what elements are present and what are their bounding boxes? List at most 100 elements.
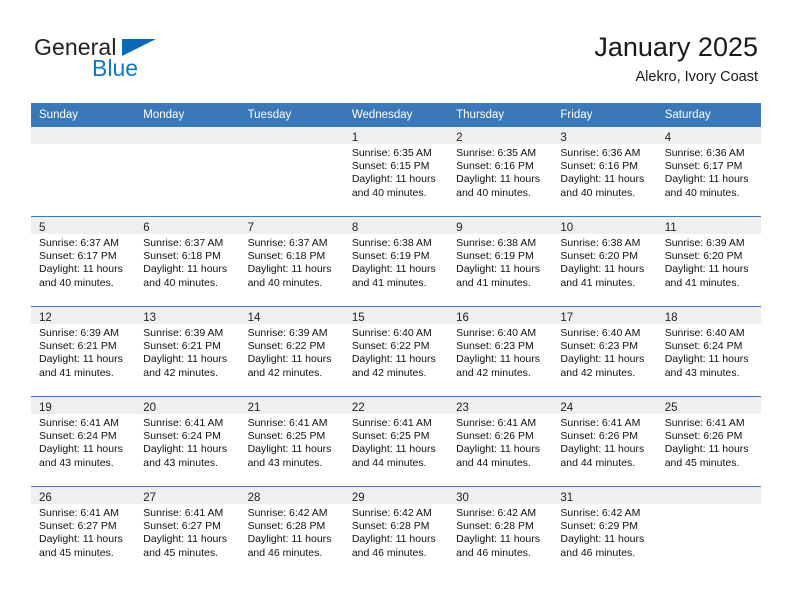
sun-info [31, 144, 135, 147]
sun-info-line: Daylight: 11 hours [560, 443, 645, 456]
day-cell[interactable]: 22 Sunrise: 6:41 AM Sunset: 6:25 PM Dayligh… [343, 396, 449, 487]
day-cell[interactable]: 21 Sunrise: 6:41 AM Sunset: 6:25 PM Dayligh… [239, 396, 344, 487]
day-cell[interactable]: 17 Sunrise: 6:40 AM Sunset: 6:23 PM Dayligh… [552, 306, 657, 397]
day-cell-content: 7 Sunrise: 6:37 AM Sunset: 6:18 PM Daylight… [239, 217, 344, 306]
day-number-band: 5 [31, 217, 136, 234]
day-cell[interactable]: 1 Sunrise: 6:35 AM Sunset: 6:15 PM Daylight… [343, 127, 449, 217]
sun-info: Sunrise: 6:41 AM Sunset: 6:25 PM Daylight:… [344, 414, 448, 470]
sun-info: Sunrise: 6:35 AM Sunset: 6:15 PM Daylight:… [344, 144, 448, 200]
day-cell[interactable]: 13 Sunrise: 6:39 AM Sunset: 6:21 PM Dayligh… [135, 306, 240, 397]
day-cell[interactable]: 24 Sunrise: 6:41 AM Sunset: 6:26 PM Dayligh… [552, 396, 657, 487]
day-number: 31 [560, 492, 574, 504]
day-number-band [31, 127, 136, 144]
sun-info-line: Sunrise: 6:41 AM [39, 507, 119, 519]
day-cell-content: 14 Sunrise: 6:39 AM Sunset: 6:22 PM Dayligh… [239, 307, 344, 396]
sun-info-line: Daylight: 11 hours [560, 173, 645, 186]
day-cell-content: 19 Sunrise: 6:41 AM Sunset: 6:24 PM Dayligh… [31, 397, 136, 486]
sun-info-line: Sunset: 6:21 PM [143, 340, 221, 353]
day-cell[interactable]: 25 Sunrise: 6:41 AM Sunset: 6:26 PM Dayligh… [656, 396, 761, 487]
sun-info-line: Daylight: 11 hours [351, 443, 436, 456]
day-cell[interactable]: 23 Sunrise: 6:41 AM Sunset: 6:26 PM Dayligh… [448, 396, 553, 487]
day-cell[interactable]: 8 Sunrise: 6:38 AM Sunset: 6:19 PM Daylight… [343, 216, 449, 307]
day-cell[interactable]: 16 Sunrise: 6:40 AM Sunset: 6:23 PM Dayligh… [448, 306, 553, 397]
sun-info: Sunrise: 6:42 AM Sunset: 6:28 PM Daylight:… [448, 504, 552, 560]
calendar-table: Sunday Monday Tuesday Wednesday Thursday Frid… [31, 103, 761, 576]
day-cell[interactable]: 19 Sunrise: 6:41 AM Sunset: 6:24 PM Dayligh… [31, 396, 136, 487]
day-cell[interactable]: 28 Sunrise: 6:42 AM Sunset: 6:28 PM Dayligh… [239, 486, 344, 576]
weekday-header-wednesday: Wednesday [343, 103, 449, 127]
sun-info-line: Sunrise: 6:41 AM [351, 417, 432, 429]
day-cell[interactable]: 27 Sunrise: 6:41 AM Sunset: 6:27 PM Dayligh… [135, 486, 240, 576]
sun-info-line: Daylight: 11 hours [39, 443, 123, 456]
weekday-header-monday: Monday [135, 103, 240, 127]
sun-info-line: Sunrise: 6:41 AM [143, 417, 224, 429]
sun-info-line: Sunset: 6:15 PM [351, 160, 430, 173]
sun-info-line: Sunrise: 6:40 AM [456, 327, 537, 339]
day-cell[interactable]: 6 Sunrise: 6:37 AM Sunset: 6:18 PM Daylight… [135, 216, 240, 307]
sun-info-line: Sunset: 6:24 PM [143, 430, 221, 443]
sun-info [240, 144, 344, 147]
sun-info-line: Sunrise: 6:39 AM [39, 327, 119, 339]
day-number: 29 [351, 492, 365, 504]
sun-info-line: and 40 minutes. [351, 186, 427, 199]
day-cell[interactable]: 11 Sunrise: 6:39 AM Sunset: 6:20 PM Dayligh… [656, 216, 761, 307]
day-cell[interactable]: 30 Sunrise: 6:42 AM Sunset: 6:28 PM Dayligh… [448, 486, 553, 576]
sun-info-line: Sunset: 6:24 PM [664, 340, 743, 353]
day-number: 17 [560, 312, 574, 324]
sun-info-line: and 40 minutes. [560, 186, 636, 199]
sun-info: Sunrise: 6:36 AM Sunset: 6:17 PM Daylight:… [657, 144, 761, 200]
sun-info-line: Sunset: 6:21 PM [39, 340, 117, 353]
sun-info-line: and 46 minutes. [560, 546, 636, 559]
day-cell-content: 20 Sunrise: 6:41 AM Sunset: 6:24 PM Dayligh… [135, 397, 240, 486]
day-cell[interactable]: 3 Sunrise: 6:36 AM Sunset: 6:16 PM Daylight… [552, 127, 657, 217]
day-cell-content: 31 Sunrise: 6:42 AM Sunset: 6:29 PM Dayligh… [552, 487, 657, 576]
sun-info-line: and 43 minutes. [39, 456, 114, 469]
day-cell-content: 5 Sunrise: 6:37 AM Sunset: 6:17 PM Daylight… [31, 217, 136, 306]
sun-info: Sunrise: 6:40 AM Sunset: 6:23 PM Daylight:… [552, 324, 656, 380]
sun-info: Sunrise: 6:35 AM Sunset: 6:16 PM Daylight:… [448, 144, 552, 200]
sun-info-line: Sunrise: 6:41 AM [143, 507, 224, 519]
sun-info-line: Sunrise: 6:36 AM [560, 147, 641, 159]
day-cell-content: 13 Sunrise: 6:39 AM Sunset: 6:21 PM Dayligh… [135, 307, 240, 396]
day-cell[interactable]: 9 Sunrise: 6:38 AM Sunset: 6:19 PM Daylight… [448, 216, 553, 307]
day-cell-content: 12 Sunrise: 6:39 AM Sunset: 6:21 PM Dayligh… [31, 307, 136, 396]
day-cell[interactable]: 5 Sunrise: 6:37 AM Sunset: 6:17 PM Daylight… [31, 216, 136, 307]
sun-info-line: Daylight: 11 hours [664, 353, 749, 366]
day-cell[interactable]: 2 Sunrise: 6:35 AM Sunset: 6:16 PM Daylight… [448, 127, 553, 217]
day-cell[interactable]: 29 Sunrise: 6:42 AM Sunset: 6:28 PM Dayligh… [343, 486, 449, 576]
general-blue-logo[interactable]: General Blue [34, 34, 244, 90]
sun-info-line: Daylight: 11 hours [143, 533, 228, 546]
day-cell[interactable]: 7 Sunrise: 6:37 AM Sunset: 6:18 PM Daylight… [239, 216, 344, 307]
day-number-band: 7 [239, 217, 344, 234]
sun-info-line: Sunset: 6:26 PM [456, 430, 534, 443]
day-cell-content: 1 Sunrise: 6:35 AM Sunset: 6:15 PM Daylight… [343, 127, 449, 216]
day-cell[interactable]: 12 Sunrise: 6:39 AM Sunset: 6:21 PM Dayligh… [31, 306, 136, 397]
day-cell[interactable]: 10 Sunrise: 6:38 AM Sunset: 6:20 PM Dayligh… [552, 216, 657, 307]
day-cell-content: 8 Sunrise: 6:38 AM Sunset: 6:19 PM Daylight… [343, 217, 449, 306]
calendar-week-row: 26 Sunrise: 6:41 AM Sunset: 6:27 PM Dayligh… [31, 486, 761, 576]
day-cell[interactable]: 31 Sunrise: 6:42 AM Sunset: 6:29 PM Dayligh… [552, 486, 657, 576]
day-number: 16 [456, 312, 469, 324]
sun-info-line: Sunrise: 6:41 AM [247, 417, 328, 429]
sun-info-line: Sunrise: 6:39 AM [247, 327, 328, 339]
day-number-band: 13 [135, 307, 240, 324]
day-number-band: 14 [239, 307, 344, 324]
sun-info: Sunrise: 6:41 AM Sunset: 6:27 PM Daylight:… [135, 504, 239, 560]
calendar-week-row: 1 Sunrise: 6:35 AM Sunset: 6:15 PM Daylight… [31, 127, 761, 217]
day-number: 1 [351, 132, 359, 144]
day-cell[interactable]: 20 Sunrise: 6:41 AM Sunset: 6:24 PM Dayligh… [135, 396, 240, 487]
sun-info-line: and 45 minutes. [664, 456, 740, 469]
day-number-band: 9 [448, 217, 553, 234]
day-cell[interactable]: 15 Sunrise: 6:40 AM Sunset: 6:22 PM Dayligh… [343, 306, 449, 397]
day-cell[interactable]: 4 Sunrise: 6:36 AM Sunset: 6:17 PM Daylight… [656, 127, 761, 217]
sun-info-line: Sunrise: 6:38 AM [456, 237, 537, 249]
sun-info-line: Sunrise: 6:41 AM [560, 417, 641, 429]
day-cell-content: 25 Sunrise: 6:41 AM Sunset: 6:26 PM Dayligh… [656, 397, 761, 486]
day-cell[interactable]: 26 Sunrise: 6:41 AM Sunset: 6:27 PM Dayligh… [31, 486, 136, 576]
sun-info: Sunrise: 6:38 AM Sunset: 6:20 PM Daylight:… [552, 234, 656, 290]
calendar-body: 1 Sunrise: 6:35 AM Sunset: 6:15 PM Daylight… [31, 127, 761, 576]
day-cell-content: 26 Sunrise: 6:41 AM Sunset: 6:27 PM Dayligh… [31, 487, 136, 576]
day-cell-content [31, 127, 136, 216]
day-cell[interactable]: 18 Sunrise: 6:40 AM Sunset: 6:24 PM Dayligh… [656, 306, 761, 397]
day-cell[interactable]: 14 Sunrise: 6:39 AM Sunset: 6:22 PM Dayligh… [239, 306, 344, 397]
